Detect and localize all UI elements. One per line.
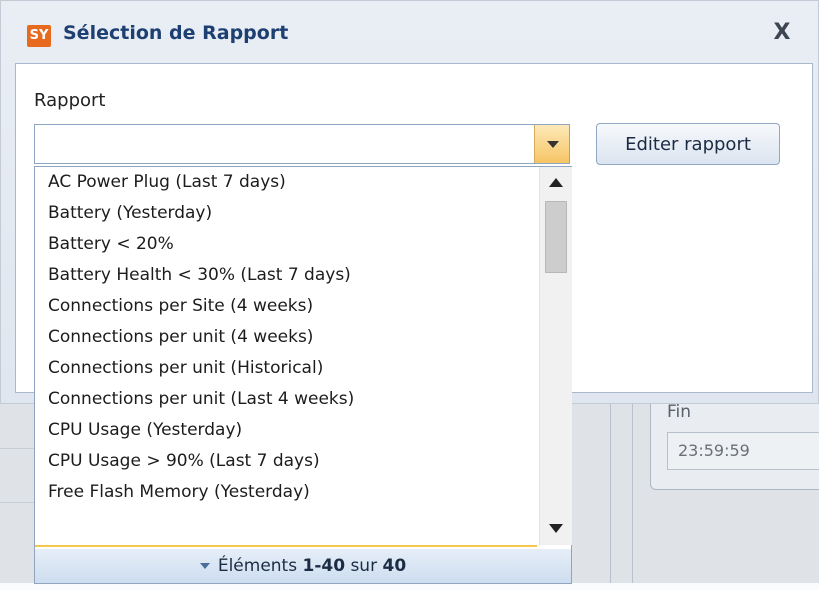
- selection-highlight-line: [35, 545, 537, 547]
- report-dropdown-list: AC Power Plug (Last 7 days) Battery (Yes…: [34, 166, 572, 584]
- report-combobox-input[interactable]: [35, 125, 551, 163]
- list-item[interactable]: Free Flash Memory (Yesterday): [35, 477, 537, 508]
- list-item[interactable]: Battery Health < 30% (Last 7 days): [35, 260, 537, 291]
- report-options: AC Power Plug (Last 7 days) Battery (Yes…: [35, 167, 537, 545]
- list-item[interactable]: Connections per Site (4 weeks): [35, 291, 537, 322]
- background-divider: [632, 395, 633, 585]
- list-item[interactable]: Connections per unit (4 weeks): [35, 322, 537, 353]
- list-item[interactable]: CPU Usage (Yesterday): [35, 415, 537, 446]
- footer-total: 40: [382, 556, 407, 576]
- background-row-line: [0, 502, 34, 503]
- dialog-title-bar[interactable]: SY Sélection de Rapport X: [1, 1, 819, 63]
- footer-range: 1-40: [302, 556, 346, 576]
- list-item[interactable]: Connections per unit (Historical): [35, 353, 537, 384]
- footer-middle: sur: [350, 556, 378, 576]
- footer-prefix: Éléments: [217, 556, 298, 576]
- app-logo-icon: SY: [27, 25, 51, 47]
- report-combobox[interactable]: [34, 124, 570, 164]
- dialog-title: Sélection de Rapport: [63, 22, 289, 44]
- close-button[interactable]: X: [764, 15, 800, 51]
- list-item[interactable]: CPU Usage > 90% (Last 7 days): [35, 446, 537, 477]
- scroll-up-arrow-icon[interactable]: [540, 171, 572, 195]
- scroll-down-arrow-icon[interactable]: [540, 517, 572, 541]
- scrollbar-thumb[interactable]: [545, 201, 567, 273]
- edit-report-button[interactable]: Editer rapport: [596, 123, 780, 165]
- list-item[interactable]: AC Power Plug (Last 7 days): [35, 167, 537, 198]
- background-bottom-strip: [0, 583, 819, 590]
- pagination-footer[interactable]: Éléments 1-40 sur 40: [35, 549, 571, 583]
- list-item[interactable]: Connections per unit (Last 4 weeks): [35, 384, 537, 415]
- list-item[interactable]: Battery < 20%: [35, 229, 537, 260]
- dropdown-arrow-icon[interactable]: [534, 125, 569, 163]
- end-time-field[interactable]: 23:59:59: [667, 432, 819, 470]
- report-label: Rapport: [34, 90, 106, 111]
- list-item[interactable]: Battery (Yesterday): [35, 198, 537, 229]
- background-divider: [610, 395, 611, 585]
- vertical-scrollbar[interactable]: [539, 167, 572, 545]
- end-time-label: Fin: [667, 402, 692, 422]
- caret-down-icon: [199, 563, 210, 569]
- background-row-line: [0, 448, 34, 449]
